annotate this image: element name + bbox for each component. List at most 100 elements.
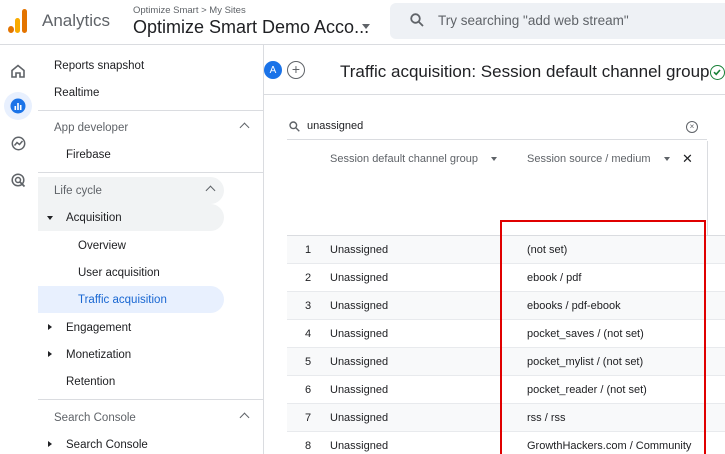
sidebar-item-monetization[interactable]: Monetization [38, 341, 226, 368]
check-circle-icon [710, 65, 725, 80]
source-medium-cell: pocket_saves / (not set) [527, 328, 644, 340]
table-search[interactable]: unassigned × [287, 113, 707, 140]
divider [38, 172, 264, 173]
sidebar-item-label: User acquisition [78, 266, 160, 279]
sidebar-item-firebase[interactable]: Firebase [38, 141, 226, 168]
explore-icon[interactable] [4, 129, 32, 157]
sidebar-section-label: Search Console [54, 411, 136, 424]
sidebar-item-label: Engagement [66, 321, 132, 334]
advertising-icon[interactable] [4, 166, 32, 194]
column-header-source-medium[interactable]: Session source / medium [527, 153, 670, 165]
table-row[interactable]: 1 Unassigned (not set) [287, 236, 725, 264]
chevron-up-icon [239, 412, 250, 423]
row-number: 2 [305, 272, 312, 284]
source-medium-cell: (not set) [527, 244, 568, 256]
chevron-down-icon[interactable] [362, 24, 370, 29]
row-number: 6 [305, 384, 312, 396]
home-icon[interactable] [4, 57, 32, 85]
table-row[interactable]: 3 Unassigned ebooks / pdf-ebook [287, 292, 725, 320]
sidebar: Reports snapshot Realtime App developer … [38, 45, 264, 454]
search-icon [410, 13, 424, 27]
source-medium-cell: rss / rss [527, 412, 566, 424]
row-number: 7 [305, 412, 312, 424]
add-comparison-button[interactable]: + [287, 61, 305, 79]
sidebar-item-label: Overview [78, 239, 126, 252]
table-row[interactable]: 5 Unassigned pocket_mylist / (not set) [287, 348, 725, 376]
sidebar-item-retention[interactable]: Retention [38, 368, 226, 395]
sidebar-item-acquisition[interactable]: Acquisition [38, 204, 224, 231]
source-medium-cell: pocket_reader / (not set) [527, 384, 647, 396]
column-header-label: Session default channel group [330, 153, 478, 165]
sidebar-section-life-cycle[interactable]: Life cycle [38, 177, 224, 204]
sidebar-section-app-developer[interactable]: App developer [38, 114, 264, 141]
sidebar-item-label: Monetization [66, 348, 132, 361]
sidebar-item-realtime[interactable]: Realtime [38, 79, 226, 106]
sidebar-item-label: Realtime [54, 86, 100, 99]
source-medium-cell: GrowthHackers.com / Community [527, 440, 692, 452]
expand-down-icon [47, 216, 53, 220]
dropdown-icon[interactable] [663, 157, 670, 162]
divider [38, 110, 264, 111]
app-title: Analytics [42, 11, 111, 30]
row-number: 1 [305, 244, 312, 256]
sidebar-item-label: Retention [66, 375, 116, 388]
analytics-logo-icon[interactable] [8, 9, 28, 33]
sidebar-item-search-console[interactable]: Search Console [38, 431, 226, 454]
reports-icon[interactable] [4, 92, 32, 120]
table-row[interactable]: 8 Unassigned GrowthHackers.com / Communi… [287, 432, 725, 454]
channel-cell: Unassigned [330, 328, 389, 340]
expand-right-icon [48, 351, 52, 357]
sidebar-item-user-acquisition[interactable]: User acquisition [38, 259, 226, 286]
account-breadcrumb: Optimize Smart > My Sites [133, 5, 246, 16]
row-number: 4 [305, 328, 312, 340]
sidebar-item-label: Search Console [66, 438, 148, 451]
row-number: 5 [305, 356, 312, 368]
channel-cell: Unassigned [330, 412, 389, 424]
table-row[interactable]: 7 Unassigned rss / rss [287, 404, 725, 432]
column-header-channel-group[interactable]: Session default channel group [330, 153, 498, 165]
channel-cell: Unassigned [330, 356, 389, 368]
expand-right-icon [48, 324, 52, 330]
row-number: 3 [305, 300, 312, 312]
sidebar-section-search-console[interactable]: Search Console [38, 404, 264, 431]
channel-cell: Unassigned [330, 384, 389, 396]
comparison-avatar[interactable]: A [264, 61, 282, 79]
remove-dimension-icon[interactable]: ✕ [682, 151, 693, 167]
source-medium-cell: ebooks / pdf-ebook [527, 300, 621, 312]
channel-cell: Unassigned [330, 440, 389, 452]
clear-search-icon[interactable]: × [686, 121, 698, 133]
page-title: Traffic acquisition: Session default cha… [340, 62, 710, 81]
chevron-up-icon [205, 185, 216, 196]
search-placeholder: Try searching "add web stream" [438, 13, 629, 28]
sidebar-item-label: Acquisition [66, 211, 122, 224]
table-row[interactable]: 2 Unassigned ebook / pdf [287, 264, 725, 292]
sidebar-section-label: Life cycle [54, 184, 102, 197]
channel-cell: Unassigned [330, 272, 389, 284]
top-bar: Analytics Optimize Smart > My Sites Opti… [0, 0, 725, 45]
source-medium-cell: pocket_mylist / (not set) [527, 356, 644, 368]
sidebar-item-traffic-acquisition[interactable]: Traffic acquisition [38, 286, 224, 313]
sidebar-item-engagement[interactable]: Engagement [38, 314, 226, 341]
search-icon [289, 121, 300, 132]
table-row[interactable]: 4 Unassigned pocket_saves / (not set) [287, 320, 725, 348]
report-header: A + Traffic acquisition: Session default… [264, 45, 725, 95]
row-number: 8 [305, 440, 312, 452]
column-divider [707, 141, 708, 236]
source-medium-cell: ebook / pdf [527, 272, 582, 284]
expand-right-icon [48, 441, 52, 447]
chevron-up-icon [239, 122, 250, 133]
sidebar-item-label: Reports snapshot [54, 59, 145, 72]
sidebar-item-reports-snapshot[interactable]: Reports snapshot [38, 52, 226, 79]
search-input[interactable]: Try searching "add web stream" [390, 3, 725, 39]
table-row[interactable]: 6 Unassigned pocket_reader / (not set) [287, 376, 725, 404]
divider [38, 399, 264, 400]
account-selector[interactable]: Optimize Smart Demo Acco... [133, 17, 369, 38]
sidebar-item-overview[interactable]: Overview [38, 232, 226, 259]
sidebar-section-label: App developer [54, 121, 129, 134]
column-header-label: Session source / medium [527, 153, 651, 165]
channel-cell: Unassigned [330, 300, 389, 312]
table-search-input[interactable]: unassigned [307, 120, 363, 132]
dropdown-icon[interactable] [491, 157, 498, 162]
sidebar-item-label: Firebase [66, 148, 111, 161]
sidebar-item-label: Traffic acquisition [78, 293, 167, 306]
